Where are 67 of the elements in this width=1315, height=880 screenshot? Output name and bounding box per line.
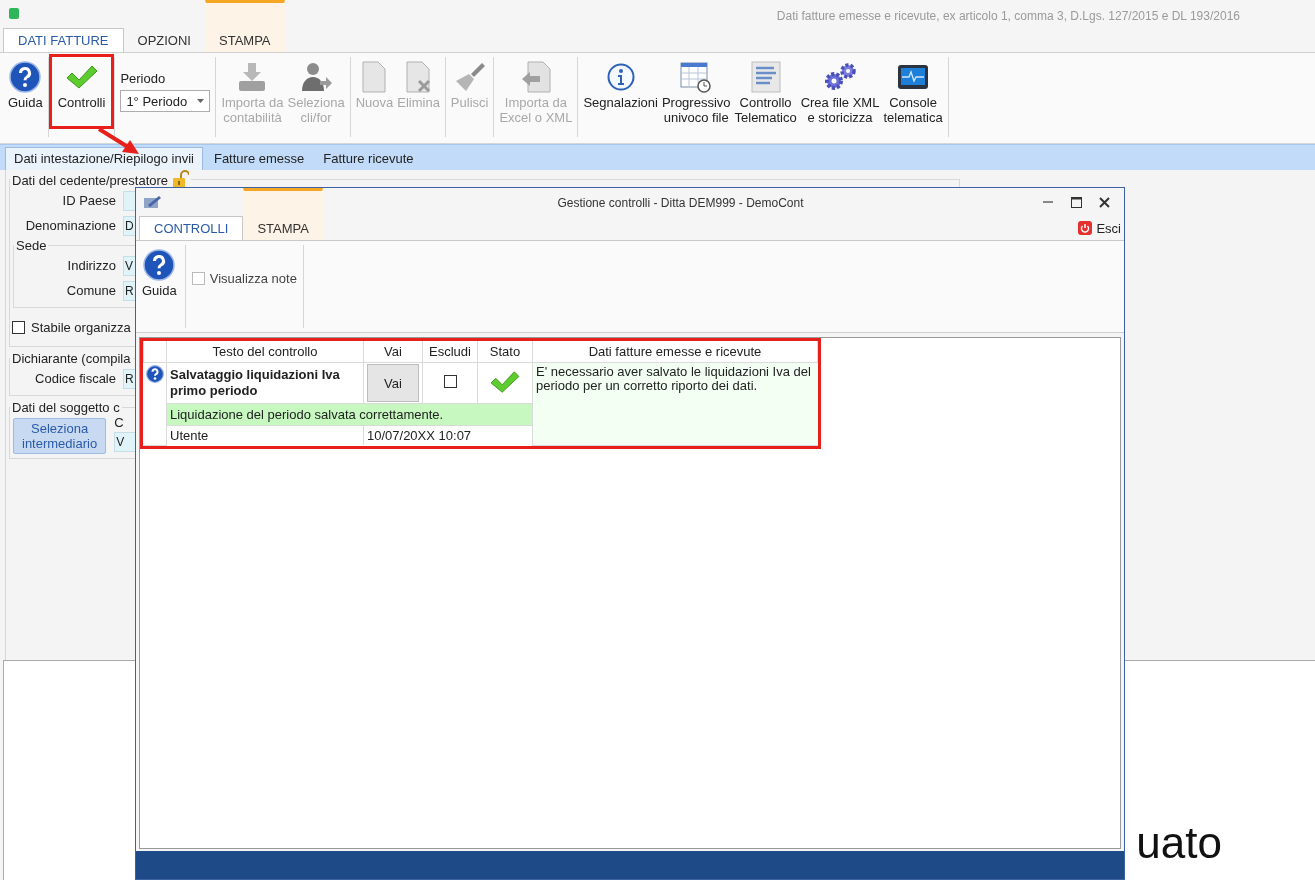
group-label: Dati del cedente/prestatore bbox=[12, 173, 169, 188]
large-text: uato bbox=[1136, 818, 1222, 868]
field-label: Codice fiscale bbox=[34, 371, 117, 386]
ribbon-tab[interactable]: OPZIONI bbox=[123, 28, 205, 52]
ribbon-tab[interactable]: CONTROLLI bbox=[139, 216, 244, 240]
field-label: Denominazione bbox=[24, 218, 117, 233]
table-cell: E' necessario aver salvato le liquidazioni Iva del periodo per un corretto riporto dei dati. bbox=[532, 362, 818, 445]
help-icon bbox=[9, 61, 42, 93]
help-icon bbox=[145, 365, 164, 383]
section-tab[interactable]: Dati intestazione/Riepilogo invii bbox=[5, 147, 203, 170]
ribbon-button[interactable]: Progressivo univoco file bbox=[659, 57, 733, 127]
caret-icon bbox=[197, 99, 205, 103]
minimize-icon bbox=[1043, 201, 1053, 203]
group-label: Dati del soggetto c bbox=[12, 400, 120, 415]
delete-document-icon bbox=[404, 61, 433, 93]
field-label: C bbox=[114, 415, 124, 430]
group-label: Dichiarante (compila bbox=[12, 351, 131, 366]
help-icon bbox=[143, 249, 176, 281]
ribbon-button[interactable]: Crea file XML e storicizza bbox=[798, 57, 882, 127]
gears-icon bbox=[822, 61, 859, 93]
ribbon-tab[interactable]: STAMPA bbox=[243, 188, 323, 240]
field-label: Indirizzo bbox=[66, 258, 117, 273]
window-title: Dati fatture emesse e ricevute, ex articolo 1, comma 3, D.Lgs. 127/2015 e DL 193/2016 bbox=[776, 8, 1241, 25]
checkbox-label: Stabile organizza bbox=[31, 319, 131, 335]
column-header: Testo del controllo bbox=[166, 341, 364, 363]
period-dropdown[interactable]: 1° Periodo bbox=[120, 90, 211, 112]
ribbon-button[interactable]: Guida bbox=[140, 245, 179, 300]
checkbox[interactable] bbox=[12, 320, 25, 334]
person-icon bbox=[300, 61, 333, 93]
column-header: Vai bbox=[363, 341, 423, 363]
column-header: Stato bbox=[477, 341, 533, 363]
go-button[interactable]: Vai bbox=[367, 364, 419, 402]
section-tab[interactable]: Fatture ricevute bbox=[315, 148, 422, 170]
power-icon bbox=[1078, 221, 1093, 235]
info-icon bbox=[606, 63, 635, 91]
table-cell: Salvataggio liquidazioni Iva primo periodo bbox=[166, 362, 364, 404]
ribbon-button[interactable]: Guida bbox=[6, 57, 45, 112]
checkbox[interactable] bbox=[443, 375, 457, 388]
close-icon bbox=[1098, 196, 1110, 208]
pencil-icon bbox=[143, 195, 161, 209]
select-button[interactable]: Seleziona intermediario bbox=[13, 418, 107, 454]
checkbox-label: Visualizza note bbox=[209, 270, 297, 286]
maximize-icon bbox=[1070, 196, 1082, 208]
report-icon bbox=[750, 61, 781, 93]
check-icon bbox=[64, 63, 99, 91]
ribbon-button[interactable]: Controlli bbox=[51, 57, 112, 126]
window-title: Gestione controlli - Ditta DEM999 - DemoCont bbox=[557, 195, 804, 212]
ribbon-button[interactable]: Console telematica bbox=[881, 57, 945, 127]
table-cell: Liquidazione del periodo salvata correttamente. bbox=[166, 403, 533, 426]
ribbon-tab[interactable]: STAMPA bbox=[205, 0, 285, 52]
section-tab[interactable]: Fatture emesse bbox=[205, 148, 313, 170]
field-label: Periodo bbox=[120, 71, 167, 86]
field-label: ID Paese bbox=[61, 193, 117, 208]
ribbon-button[interactable]: Segnalazioni bbox=[581, 57, 660, 112]
calendar-clock-icon bbox=[680, 61, 713, 93]
app-icon bbox=[9, 8, 19, 19]
annotation-arrow bbox=[97, 127, 139, 154]
document-icon bbox=[361, 61, 388, 93]
monitor-icon bbox=[897, 63, 930, 91]
exit-button[interactable]: Esci bbox=[1078, 216, 1124, 240]
group-label: Sede bbox=[16, 238, 47, 253]
column-header: Escludi bbox=[422, 341, 478, 363]
checkbox[interactable] bbox=[191, 271, 205, 285]
column-header: Dati fatture emesse e ricevute bbox=[532, 341, 818, 363]
ribbon-button[interactable]: Controllo Telematico bbox=[732, 57, 799, 127]
ribbon-tab[interactable]: DATI FATTURE bbox=[3, 28, 124, 52]
field-label: Comune bbox=[65, 283, 117, 298]
